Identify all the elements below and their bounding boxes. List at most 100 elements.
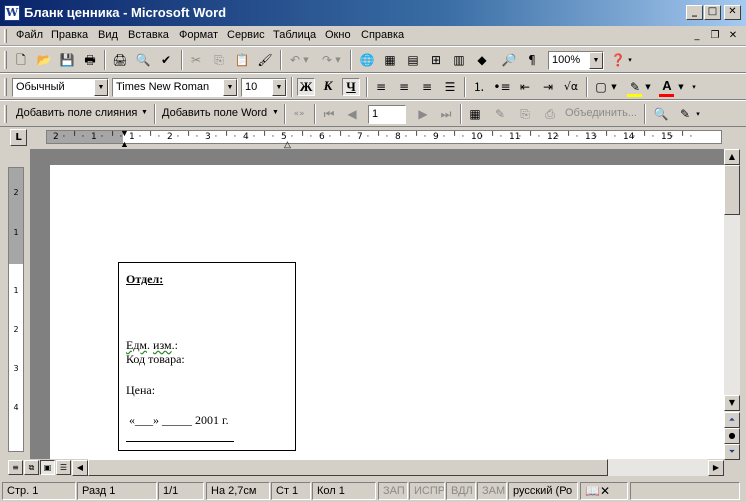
scroll-up-icon[interactable]: ▲ — [724, 149, 740, 165]
help-icon[interactable]: ❓ — [609, 51, 627, 69]
previous-page-icon[interactable]: ⏶ — [724, 412, 740, 428]
status-language[interactable]: русский (Ро — [508, 482, 578, 500]
view-merged-data-icon[interactable]: «» — [290, 105, 308, 123]
chevron-down-icon[interactable]: ▼ — [94, 79, 108, 96]
decrease-indent-icon[interactable]: ⇤ — [516, 78, 534, 96]
last-record-icon[interactable]: ⏭ — [437, 105, 455, 123]
status-pages[interactable]: 1/1 — [158, 482, 204, 500]
menu-edit[interactable]: Правка — [51, 29, 88, 41]
equation-icon[interactable]: √α — [562, 78, 580, 96]
new-document-icon[interactable]: 🗋 — [12, 51, 30, 69]
data-source-icon[interactable]: ▦ — [466, 105, 484, 123]
spelling-icon[interactable]: ✔ — [157, 51, 175, 69]
select-browse-object-icon[interactable]: ● — [724, 428, 740, 444]
font-color-dropdown-icon[interactable]: ▼ — [677, 78, 685, 96]
menu-format[interactable]: Формат — [179, 29, 218, 41]
price-tag-frame[interactable]: Отдел: Едм. изм.: Код товара: Цена: «___… — [118, 262, 296, 451]
status-ext[interactable]: ВДЛ — [446, 482, 476, 500]
toolbar-grip[interactable] — [4, 51, 7, 69]
word-app-icon[interactable]: W — [4, 5, 20, 21]
doc-minimize-button[interactable]: _ — [690, 29, 704, 42]
tables-borders-icon[interactable]: ▦ — [381, 51, 399, 69]
bullets-icon[interactable]: •≡ — [493, 78, 511, 96]
toolbar-options-icon[interactable]: ▾ — [694, 105, 702, 123]
align-left-icon[interactable]: ≡ — [372, 78, 390, 96]
status-position[interactable]: На 2,7см — [206, 482, 270, 500]
menu-file[interactable]: Файл — [16, 29, 43, 41]
vertical-ruler[interactable]: 2 1 1 2 3 4 — [8, 167, 24, 452]
menu-insert[interactable]: Вставка — [128, 29, 169, 41]
align-right-icon[interactable]: ≡ — [418, 78, 436, 96]
status-ovr[interactable]: ЗАМ — [477, 482, 507, 500]
next-record-icon[interactable]: ▶ — [414, 105, 432, 123]
next-page-icon[interactable]: ⏷ — [724, 444, 740, 460]
horizontal-ruler[interactable]: 2 · ╵ · 1 · ╵ · 1 · ╵ · 2 · ╵ · 3 · ╵ · 4 · ╵ · 5 · ╵ · 6 · ╵ · 7 · ╵ · 8 · ╵ ·… — [46, 130, 722, 144]
borders-icon[interactable]: ▢ — [592, 78, 610, 96]
menu-tools[interactable]: Сервис — [227, 29, 265, 41]
numbering-icon[interactable]: ⒈ — [470, 78, 488, 96]
insert-excel-icon[interactable]: ⊞ — [427, 51, 445, 69]
horizontal-track[interactable] — [88, 459, 708, 476]
status-section[interactable]: Разд 1 — [77, 482, 157, 500]
menu-grip[interactable] — [4, 29, 7, 43]
toolbar-options-icon[interactable]: ▾ — [626, 51, 634, 69]
web-layout-icon[interactable]: ⧉ — [24, 460, 39, 475]
merge-to-printer-icon[interactable]: ⎙ — [541, 105, 559, 123]
increase-indent-icon[interactable]: ⇥ — [539, 78, 557, 96]
status-page[interactable]: Стр. 1 — [2, 482, 76, 500]
redo-dropdown-icon[interactable]: ▼ — [334, 51, 342, 69]
toolbar-options-icon[interactable]: ▾ — [690, 78, 698, 96]
hanging-indent-marker[interactable]: ▲ — [120, 140, 129, 149]
zoom-combo[interactable]: 100% ▼ — [548, 51, 604, 70]
check-errors-icon[interactable]: ✎ — [491, 105, 509, 123]
merge-to-document-icon[interactable]: ⎘ — [516, 105, 534, 123]
show-formatting-icon[interactable]: ¶ — [523, 51, 541, 69]
document-map-icon[interactable]: 🔎 — [500, 51, 518, 69]
toolbar-grip[interactable] — [4, 105, 7, 123]
menu-window[interactable]: Окно — [325, 29, 351, 41]
document-page[interactable]: Отдел: Едм. изм.: Код товара: Цена: «___… — [50, 165, 724, 459]
status-column[interactable]: Кол 1 — [312, 482, 376, 500]
find-record-icon[interactable]: 🔍 — [652, 105, 670, 123]
open-icon[interactable]: 📂 — [35, 51, 53, 69]
chevron-down-icon[interactable]: ▼ — [223, 79, 237, 96]
cut-icon[interactable]: ✂ — [187, 51, 205, 69]
style-combo[interactable]: Обычный ▼ — [12, 78, 109, 97]
print-icon[interactable]: 🖨 — [111, 51, 129, 69]
tab-stop-selector[interactable]: L — [10, 129, 27, 146]
borders-dropdown-icon[interactable]: ▼ — [610, 78, 618, 96]
horizontal-thumb[interactable] — [88, 459, 608, 476]
hyperlink-icon[interactable]: 🌐 — [358, 51, 376, 69]
highlight-dropdown-icon[interactable]: ▼ — [644, 78, 652, 96]
add-merge-field-button[interactable]: Добавить поле слияния — [16, 107, 137, 119]
vertical-scrollbar[interactable]: ▲ ▼ ⏶ ● ⏷ — [724, 149, 740, 460]
status-trk[interactable]: ИСПР — [409, 482, 445, 500]
maximize-button[interactable]: □ — [704, 5, 721, 20]
previous-record-icon[interactable]: ◀ — [343, 105, 361, 123]
italic-button[interactable]: К — [319, 78, 337, 96]
scroll-thumb[interactable] — [724, 165, 740, 215]
add-word-field-button[interactable]: Добавить поле Word — [162, 107, 267, 119]
print-layout-icon[interactable]: ▣ — [40, 460, 55, 475]
scroll-down-icon[interactable]: ▼ — [724, 395, 740, 411]
document-area[interactable]: Отдел: Едм. изм.: Код товара: Цена: «___… — [30, 149, 724, 459]
normal-view-icon[interactable]: ≡ — [8, 460, 23, 475]
edit-data-source-icon[interactable]: ✎ — [676, 105, 694, 123]
font-combo[interactable]: Times New Roman ▼ — [112, 78, 238, 97]
chevron-down-icon[interactable]: ▼ — [141, 109, 148, 116]
outline-view-icon[interactable]: ☰ — [56, 460, 71, 475]
status-rec[interactable]: ЗАП — [378, 482, 408, 500]
chevron-down-icon[interactable]: ▼ — [272, 79, 286, 96]
merge-button[interactable]: Объединить... — [565, 107, 637, 119]
justify-icon[interactable]: ☰ — [441, 78, 459, 96]
scroll-left-icon[interactable]: ◀ — [72, 460, 88, 476]
close-button[interactable]: ✕ — [724, 5, 741, 20]
underline-button[interactable]: Ч — [342, 78, 360, 96]
drawing-icon[interactable]: ◆ — [473, 51, 491, 69]
spelling-status-icon[interactable]: 📖✕ — [580, 482, 628, 500]
undo-dropdown-icon[interactable]: ▼ — [302, 51, 310, 69]
bold-button[interactable]: Ж — [297, 78, 315, 96]
columns-icon[interactable]: ▥ — [450, 51, 468, 69]
chevron-down-icon[interactable]: ▼ — [272, 109, 279, 116]
toolbar-grip[interactable] — [4, 78, 7, 96]
